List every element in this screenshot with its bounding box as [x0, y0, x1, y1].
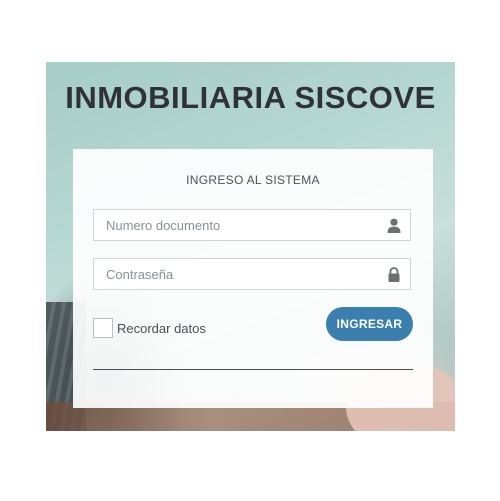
login-button[interactable]: INGRESAR: [326, 307, 413, 341]
password-input[interactable]: [94, 259, 376, 289]
login-card: INGRESO AL SISTEMA Recordar datos INGRES…: [73, 149, 433, 408]
divider: [93, 369, 413, 370]
remember-label: Recordar datos: [117, 320, 206, 336]
page-title: INMOBILIARIA SISCOVE: [65, 80, 436, 115]
remember-row: Recordar datos: [93, 317, 206, 339]
remember-checkbox[interactable]: [93, 318, 113, 338]
password-field[interactable]: [93, 258, 411, 290]
login-title: INGRESO AL SISTEMA: [186, 173, 320, 187]
document-field[interactable]: [93, 209, 411, 241]
lock-icon: [388, 267, 400, 282]
user-icon: [387, 218, 401, 233]
document-input[interactable]: [94, 210, 376, 240]
